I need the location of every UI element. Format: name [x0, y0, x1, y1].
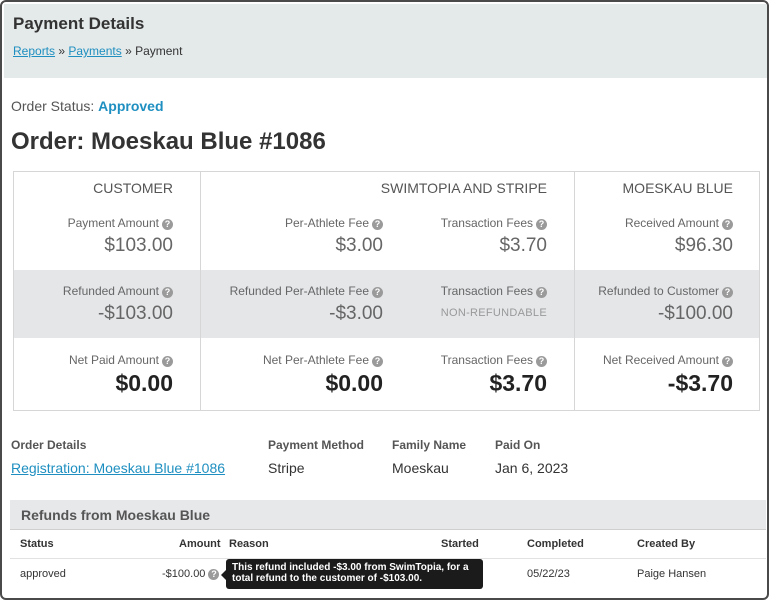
started-column-header: Started	[441, 538, 479, 550]
order-status: Order Status: Approved	[11, 98, 164, 114]
customer-column-header: CUSTOMER	[93, 180, 173, 196]
net-transaction-fees-value: $3.70	[489, 370, 547, 396]
refund-amount-value: -$100.00	[162, 568, 206, 580]
refunded-amount-value: -$103.00	[97, 303, 173, 324]
net-paid-amount-cell: Net Paid Amount? $0.00	[69, 353, 173, 397]
order-status-value: Approved	[98, 98, 164, 114]
payment-amount-label: Payment Amount	[67, 216, 159, 230]
breadcrumb-reports-link[interactable]: Reports	[13, 44, 55, 58]
net-received-amount-cell: Net Received Amount? -$3.70	[603, 353, 733, 397]
paid-on-label: Paid On	[495, 438, 541, 452]
help-icon[interactable]: ?	[536, 287, 547, 298]
transaction-fees-cell: Transaction Fees? $3.70	[441, 216, 547, 257]
reason-column-header: Reason	[229, 538, 269, 550]
order-details-section: Order Details Registration: Moeskau Blue…	[2, 438, 767, 488]
help-icon[interactable]: ?	[722, 287, 733, 298]
page-title: Payment Details	[13, 14, 145, 33]
help-icon[interactable]: ?	[536, 356, 547, 367]
non-refundable-note: NON-REFUNDABLE	[440, 307, 547, 319]
status-column-header: Status	[20, 538, 54, 550]
payment-details-window: Payment Details Reports » Payments » Pay…	[0, 0, 769, 600]
net-paid-amount-value: $0.00	[115, 370, 173, 396]
refunded-amount-label: Refunded Amount	[62, 284, 159, 298]
breadcrumb: Reports » Payments » Payment	[13, 44, 182, 58]
breadcrumb-separator: »	[121, 44, 136, 58]
refunded-amount-cell: Refunded Amount? -$103.00	[63, 284, 173, 325]
transaction-fees-label: Transaction Fees	[440, 284, 533, 298]
help-icon[interactable]: ?	[162, 287, 173, 298]
transaction-fees-label: Transaction Fees	[440, 353, 533, 367]
refund-transaction-fees-cell: Transaction Fees? NON-REFUNDABLE	[441, 284, 547, 319]
breadcrumb-separator: »	[55, 44, 69, 58]
received-amount-label: Received Amount	[624, 216, 719, 230]
refunds-table-header: Status Amount Reason Started Completed C…	[10, 531, 766, 559]
payment-amount-value: $103.00	[104, 235, 173, 256]
net-received-amount-label: Net Received Amount	[602, 353, 719, 367]
refunded-per-athlete-fee-value: -$3.00	[329, 303, 383, 324]
net-paid-amount-label: Net Paid Amount	[68, 353, 159, 367]
net-per-athlete-fee-value: $0.00	[325, 370, 383, 396]
net-transaction-fees-cell: Transaction Fees? $3.70	[441, 353, 547, 397]
family-name-value: Moeskau	[392, 460, 449, 476]
order-title: Order: Moeskau Blue #1086	[11, 128, 326, 155]
help-icon[interactable]: ?	[162, 219, 173, 230]
help-icon[interactable]: ?	[722, 219, 733, 230]
breadcrumb-current: Payment	[135, 44, 183, 58]
refunds-section-header: Refunds from Moeskau Blue	[10, 500, 766, 530]
payment-summary-grid: CUSTOMER SWIMTOPIA AND STRIPE MOESKAU BL…	[13, 171, 760, 411]
payment-method-label: Payment Method	[268, 438, 365, 452]
help-icon[interactable]: ?	[722, 356, 733, 367]
payment-method-value: Stripe	[268, 460, 305, 476]
refunded-to-customer-cell: Refunded to Customer? -$100.00	[598, 284, 733, 325]
refunded-per-athlete-fee-label: Refunded Per-Athlete Fee	[229, 284, 369, 298]
amount-column-header: Amount	[179, 538, 221, 550]
per-athlete-fee-label: Per-Athlete Fee	[284, 216, 369, 230]
paid-on-value: Jan 6, 2023	[495, 460, 569, 476]
help-icon[interactable]: ?	[162, 356, 173, 367]
page-header: Payment Details Reports » Payments » Pay…	[4, 4, 767, 78]
refunded-to-customer-label: Refunded to Customer	[598, 284, 719, 298]
column-divider	[200, 172, 201, 410]
family-name-label: Family Name	[392, 438, 467, 452]
column-divider	[574, 172, 575, 410]
per-athlete-fee-value: $3.00	[335, 235, 383, 256]
transaction-fees-label: Transaction Fees	[440, 216, 533, 230]
refunds-title: Refunds from Moeskau Blue	[21, 507, 211, 523]
refund-amount: -$100.00?	[162, 568, 220, 580]
refund-completed: 05/22/23	[527, 568, 570, 580]
transaction-fees-value: $3.70	[499, 235, 547, 256]
refund-created-by: Paige Hansen	[637, 568, 707, 580]
net-per-athlete-fee-cell: Net Per-Athlete Fee? $0.00	[263, 353, 383, 397]
refunded-per-athlete-fee-cell: Refunded Per-Athlete Fee? -$3.00	[230, 284, 383, 325]
help-icon[interactable]: ?	[372, 356, 383, 367]
registration-link[interactable]: Registration: Moeskau Blue #1086	[11, 460, 225, 476]
created-by-column-header: Created By	[637, 538, 696, 550]
received-amount-value: $96.30	[674, 235, 733, 256]
net-per-athlete-fee-label: Net Per-Athlete Fee	[262, 353, 369, 367]
refund-status: approved	[20, 568, 66, 580]
help-icon[interactable]: ?	[536, 219, 547, 230]
breadcrumb-payments-link[interactable]: Payments	[68, 44, 121, 58]
received-amount-cell: Received Amount? $96.30	[625, 216, 733, 257]
order-status-label: Order Status:	[11, 98, 95, 114]
help-icon[interactable]: ?	[372, 219, 383, 230]
refunded-to-customer-value: -$100.00	[657, 303, 733, 324]
payment-amount-cell: Payment Amount? $103.00	[68, 216, 173, 257]
help-icon[interactable]: ?	[208, 569, 220, 580]
net-received-amount-value: -$3.70	[667, 370, 733, 396]
per-athlete-fee-cell: Per-Athlete Fee? $3.00	[285, 216, 383, 257]
order-details-label: Order Details	[11, 438, 87, 452]
swimtopia-column-header: SWIMTOPIA AND STRIPE	[380, 180, 547, 196]
completed-column-header: Completed	[527, 538, 584, 550]
help-icon[interactable]: ?	[372, 287, 383, 298]
team-column-header: MOESKAU BLUE	[622, 180, 733, 196]
refund-tooltip: This refund included -$3.00 from SwimTop…	[221, 559, 483, 589]
